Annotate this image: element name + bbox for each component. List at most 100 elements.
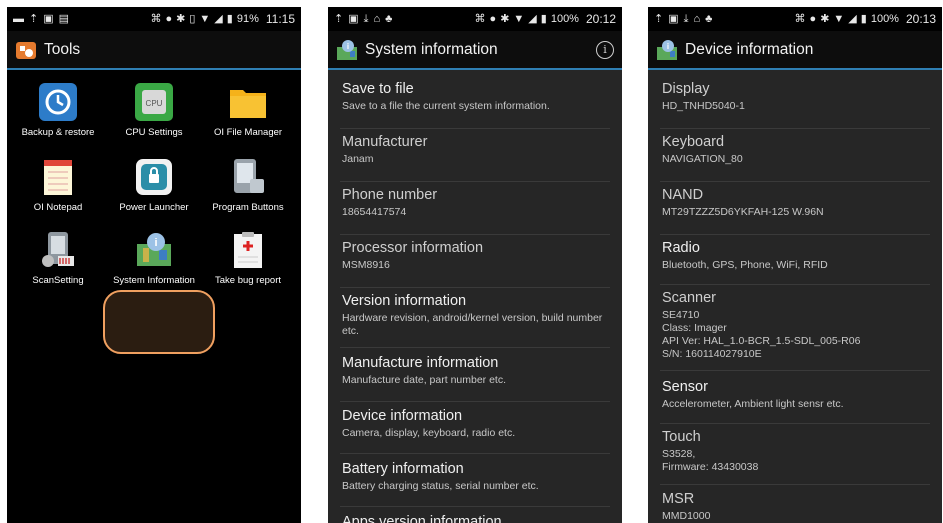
app-cpu-settings[interactable]: CPU CPU Settings	[105, 82, 203, 138]
settings-list: Save to file Save to a file the current …	[328, 70, 622, 523]
item-title: Processor information	[342, 240, 484, 256]
app-oi-file-manager[interactable]: OI File Manager	[199, 82, 297, 138]
divider	[340, 506, 610, 507]
app-backup-restore[interactable]: Backup & restore	[9, 82, 107, 138]
item-value: S3528,	[662, 448, 696, 460]
list-item-phone-number[interactable]: Phone number 18654417574	[328, 187, 622, 219]
list-item-manufacturer[interactable]: Manufacturer Janam	[328, 134, 622, 166]
app-label: ScanSetting	[32, 275, 84, 286]
list-item-scanner: Scanner SE4710 Class: Imager API Ver: HA…	[648, 290, 942, 361]
location-icon: ●	[489, 12, 497, 25]
list-item-manufacture-information[interactable]: Manufacture information Manufacture date…	[328, 355, 622, 387]
item-title: NAND	[662, 187, 704, 203]
item-value: MMD1000	[662, 510, 711, 522]
download-icon: ⤓	[683, 12, 689, 25]
usb-icon: ⇡	[29, 12, 39, 25]
divider	[340, 401, 610, 402]
svg-text:i: i	[154, 237, 157, 249]
list-item-sensor: Sensor Accelerometer, Ambient light sens…	[648, 379, 942, 411]
divider	[340, 181, 610, 182]
action-bar: Tools	[7, 31, 301, 70]
android-icon: ♣	[705, 12, 713, 25]
page-title: Device information	[685, 40, 814, 58]
list-item-processor-information[interactable]: Processor information MSM8916	[328, 240, 622, 272]
location-icon: ●	[809, 12, 817, 25]
wifi-icon: ▼	[199, 12, 211, 25]
item-title: Sensor	[662, 379, 708, 395]
app-label: OI Notepad	[33, 202, 83, 213]
image-icon: ▣	[668, 12, 679, 25]
app-oi-notepad[interactable]: OI Notepad	[9, 157, 107, 213]
app-label: CPU Settings	[125, 127, 183, 138]
list-item-nand: NAND MT29TZZZ5D6YKFAH-125 W.96N	[648, 187, 942, 219]
item-title: Manufacturer	[342, 134, 428, 150]
item-title: Display	[662, 81, 710, 97]
list-item-apps-version-information[interactable]: Apps version information	[328, 514, 622, 523]
list-item-battery-information[interactable]: Battery information Battery charging sta…	[328, 461, 622, 493]
action-bar: i System information i	[328, 31, 622, 70]
folder-icon	[228, 82, 268, 122]
list-item-touch: Touch S3528, Firmware: 43430038	[648, 429, 942, 474]
divider	[660, 484, 930, 485]
battery-icon: ▮	[226, 12, 233, 25]
divider	[660, 234, 930, 235]
app-take-bug-report[interactable]: Take bug report	[199, 230, 297, 286]
item-value: SE4710	[662, 309, 700, 321]
app-system-information[interactable]: i System Information	[105, 230, 203, 286]
svg-text:CPU: CPU	[146, 99, 163, 108]
item-value: S/N: 160114027910E	[662, 348, 762, 360]
battery-icon: ▮	[540, 12, 547, 25]
lock-icon: ⌂	[373, 12, 381, 25]
status-bar: ⇡ ▣ ⤓ ⌂ ♣ ⌘ ● ✱ ▼ ◢ ▮ 100% 20:12	[328, 7, 622, 31]
nfc-icon: ⌘	[794, 12, 806, 25]
bluetooth-icon: ✱	[820, 12, 830, 25]
battery-percent: 100%	[870, 13, 899, 25]
item-title: Save to file	[342, 81, 414, 97]
usb-icon: ⇡	[334, 12, 344, 25]
list-item-radio: Radio Bluetooth, GPS, Phone, WiFi, RFID	[648, 240, 942, 272]
info-icon[interactable]: i	[596, 40, 614, 59]
signal-icon: ◢	[848, 12, 857, 25]
svg-text:i: i	[667, 42, 669, 51]
app-scan-setting[interactable]: ScanSetting	[9, 230, 107, 286]
battery-icon: ▮	[860, 12, 867, 25]
item-value: NAVIGATION_80	[662, 153, 743, 165]
download-icon: ⤓	[363, 12, 369, 25]
item-title: Keyboard	[662, 134, 725, 150]
item-subtitle: Hardware revision, android/kernel versio…	[342, 312, 603, 337]
item-subtitle: MSM8916	[342, 259, 390, 271]
action-bar: i Device information	[648, 31, 942, 70]
divider	[660, 423, 930, 424]
item-title: Phone number	[342, 187, 438, 203]
list-item-version-information[interactable]: Version information Hardware revision, a…	[328, 293, 622, 338]
bluetooth-icon: ✱	[176, 12, 186, 25]
app-label: Program Buttons	[212, 202, 284, 213]
item-title: Touch	[662, 429, 701, 445]
clock: 20:12	[585, 12, 616, 26]
app-label: Power Launcher	[119, 202, 189, 213]
program-buttons-icon	[228, 157, 268, 197]
app-program-buttons[interactable]: Program Buttons	[199, 157, 297, 213]
keyboard-icon: ▬	[13, 12, 24, 25]
signal-icon: ◢	[528, 12, 537, 25]
app-label: Backup & restore	[21, 127, 95, 138]
wifi-icon: ▼	[513, 12, 525, 25]
app-power-launcher[interactable]: Power Launcher	[105, 157, 203, 213]
divider	[340, 453, 610, 454]
bug-report-icon	[228, 230, 268, 270]
item-value: Accelerometer, Ambient light sensr etc.	[662, 398, 844, 410]
signal-icon: ◢	[214, 12, 223, 25]
android-icon: ♣	[385, 12, 393, 25]
item-title: MSR	[662, 491, 695, 507]
scan-setting-icon	[38, 230, 78, 270]
item-value: HD_TNHD5040-1	[662, 100, 745, 112]
item-subtitle: Camera, display, keyboard, radio etc.	[342, 427, 516, 439]
image-icon: ▣	[348, 12, 359, 25]
system-information-icon: i	[656, 39, 678, 61]
gallery-icon: ▤	[58, 12, 70, 25]
bluetooth-icon: ✱	[500, 12, 510, 25]
page-title: Tools	[44, 40, 81, 58]
list-item-device-information[interactable]: Device information Camera, display, keyb…	[328, 408, 622, 440]
item-subtitle: Manufacture date, part number etc.	[342, 374, 507, 386]
list-item-save-to-file[interactable]: Save to file Save to a file the current …	[328, 81, 622, 113]
